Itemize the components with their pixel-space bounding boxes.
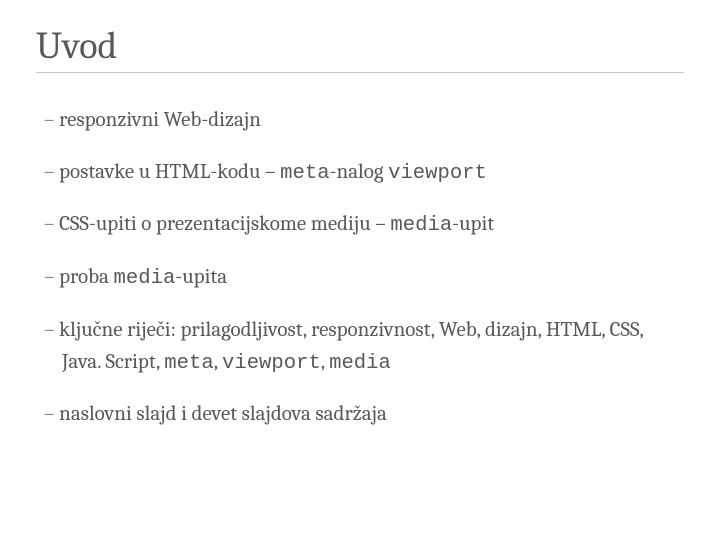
- bullet-text: proba: [59, 265, 113, 289]
- code-text: viewport: [388, 162, 487, 185]
- code-text: media: [390, 214, 452, 237]
- bullet-text: -upit: [452, 212, 494, 236]
- list-item: naslovni slajd i devet slajdova sadržaja: [44, 399, 684, 431]
- list-item: proba media-upita: [44, 262, 684, 295]
- bullet-list: responzivni Web-dizajn postavke u HTML-k…: [36, 105, 684, 431]
- bullet-text: postavke u HTML-kodu –: [59, 160, 280, 184]
- bullet-text: ,: [321, 350, 329, 374]
- list-item: responzivni Web-dizajn: [44, 105, 684, 137]
- code-text: media: [329, 352, 391, 375]
- list-item: postavke u HTML-kodu – meta-nalog viewpo…: [44, 157, 684, 190]
- code-text: meta: [164, 352, 213, 375]
- bullet-text: -nalog: [330, 160, 389, 184]
- bullet-text: naslovni slajd i devet slajdova sadržaja: [59, 402, 387, 426]
- bullet-text: CSS-upiti o prezentacijskome mediju –: [59, 212, 390, 236]
- code-text: media: [114, 267, 176, 290]
- list-item: CSS-upiti o prezentacijskome mediju – me…: [44, 209, 684, 242]
- list-item: ključne riječi: prilagodljivost, responz…: [44, 315, 684, 379]
- slide-title: Uvod: [36, 24, 684, 73]
- bullet-text: -upita: [175, 265, 227, 289]
- code-text: viewport: [222, 352, 321, 375]
- bullet-text: ,: [214, 350, 222, 374]
- bullet-text: responzivni Web-dizajn: [59, 108, 261, 132]
- code-text: meta: [280, 162, 329, 185]
